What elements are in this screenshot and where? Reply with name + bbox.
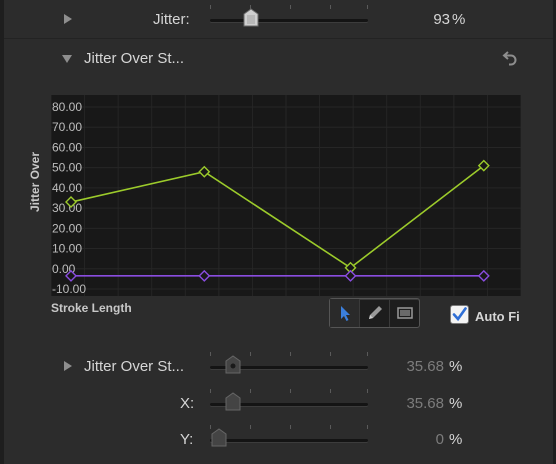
pointer-icon — [341, 306, 350, 321]
y-tick-label: 70.00 — [52, 120, 82, 134]
y-param-label: Y: — [180, 431, 194, 448]
slider-track — [210, 439, 368, 442]
y-tick-label: 50.00 — [52, 161, 82, 175]
curve-keyframe-point[interactable] — [198, 269, 211, 282]
curve-disclosure-icon[interactable] — [62, 55, 72, 63]
green-curve — [70, 165, 485, 269]
jitter-value[interactable]: 93 — [433, 11, 450, 28]
y-tick-label: 40.00 — [52, 181, 82, 195]
graph-y-axis-label: Jitter Over — [28, 151, 42, 212]
pen-icon — [369, 306, 382, 319]
jitter-over-stroke-unit: % — [449, 358, 463, 375]
y-tick-label: 80.00 — [52, 100, 82, 114]
jitter-unit: % — [452, 11, 466, 28]
slider-ticks — [210, 425, 368, 429]
slider-knob[interactable] — [210, 428, 228, 448]
jitter-over-stroke-label: Jitter Over St... — [84, 358, 185, 375]
rect-select-tool-button[interactable] — [390, 299, 419, 327]
slider-knob[interactable] — [224, 392, 242, 412]
slider-ticks — [210, 5, 368, 9]
y-tick-label: 10.00 — [52, 242, 82, 256]
pen-tool-button[interactable] — [360, 299, 390, 327]
slider-knob[interactable] — [224, 355, 242, 375]
separator — [4, 38, 553, 39]
curve-keyframe-point[interactable] — [198, 165, 211, 178]
x-param-unit: % — [449, 395, 463, 412]
jitter-label: Jitter: — [153, 11, 190, 28]
y-param-unit: % — [449, 431, 463, 448]
curve-keyframe-point[interactable] — [344, 269, 357, 282]
rect-select-icon — [397, 307, 413, 319]
curve-section-title: Jitter Over St... — [84, 50, 185, 67]
y-param-slider[interactable] — [210, 425, 368, 447]
jitter-over-stroke-slider[interactable] — [210, 352, 368, 374]
slider-knob[interactable] — [242, 8, 260, 28]
autofit-label: Auto Fi — [475, 309, 520, 324]
x-param-label: X: — [180, 395, 195, 412]
y-tick-label: 60.00 — [52, 140, 82, 154]
jitter-slider[interactable] — [210, 5, 368, 27]
checkmark-icon — [452, 307, 467, 322]
graph-tool-group — [329, 298, 420, 328]
y-tick-label: 20.00 — [52, 221, 82, 235]
curve-graph[interactable]: 80.00 70.00 60.00 50.00 40.00 30.00 20.00 10.00… — [51, 95, 521, 296]
y-tick-label: -10.00 — [52, 282, 86, 296]
x-param-slider[interactable] — [210, 389, 368, 411]
reset-icon[interactable] — [502, 50, 518, 66]
jitter-over-stroke-value[interactable]: 35.68 — [406, 358, 444, 375]
x-param-value[interactable]: 35.68 — [406, 395, 444, 412]
y-param-value[interactable]: 0 — [436, 431, 444, 448]
pointer-tool-button[interactable] — [330, 299, 360, 327]
jitter-over-stroke-disclosure-icon[interactable] — [64, 361, 72, 371]
jitter-disclosure-icon[interactable] — [64, 14, 72, 24]
panel-left-edge — [0, 0, 4, 464]
autofit-checkbox[interactable] — [450, 305, 469, 324]
slider-track — [210, 19, 368, 22]
graph-x-axis-label: Stroke Length — [51, 301, 132, 315]
